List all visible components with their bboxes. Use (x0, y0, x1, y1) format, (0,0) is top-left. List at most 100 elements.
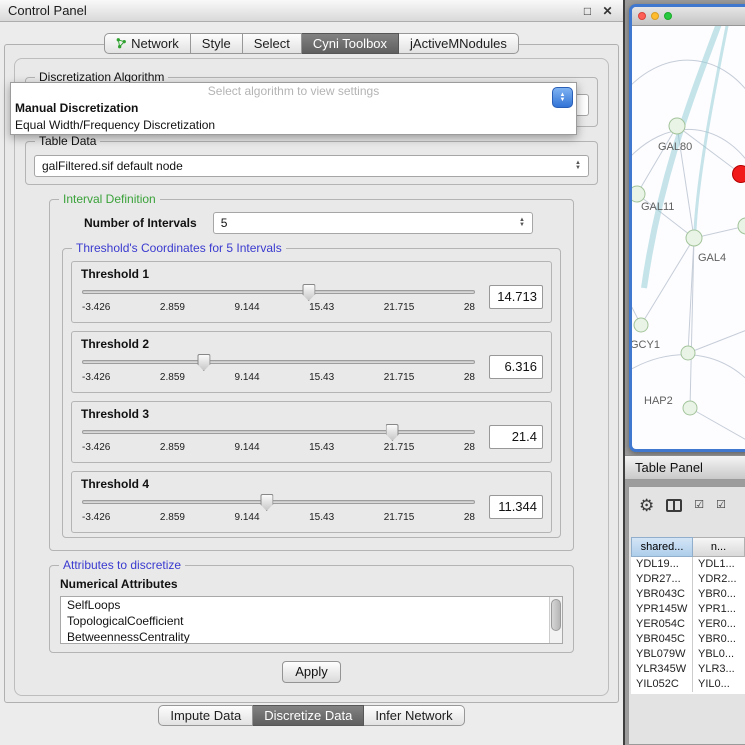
tab-select[interactable]: Select (243, 33, 302, 54)
slider-track[interactable] (82, 360, 475, 364)
number-of-intervals-combobox[interactable]: 5 ▲▼ (213, 212, 533, 234)
node-label: GAL80 (658, 141, 692, 153)
network-node[interactable] (738, 218, 745, 234)
column-header-name[interactable]: n... (693, 537, 745, 557)
column-header-shared-name[interactable]: shared... (631, 537, 693, 557)
node-label: GAL11 (641, 201, 674, 213)
network-node[interactable] (669, 118, 685, 134)
tab-discretize-data[interactable]: Discretize Data (253, 705, 364, 726)
table-row[interactable]: YDL19...YDL1... (631, 557, 745, 572)
attributes-group-label: Attributes to discretize (59, 558, 185, 572)
cyni-toolbox-panel: Discretization Algorithm Table Data galF… (4, 44, 619, 703)
minimize-button[interactable] (651, 12, 659, 20)
table-data-combobox[interactable]: galFiltered.sif default node ▲▼ (34, 155, 589, 177)
tab-network[interactable]: Network (104, 33, 191, 54)
tab-jactivemodules[interactable]: jActiveMNodules (399, 33, 519, 54)
control-panel-titlebar: Control Panel □ ✕ (0, 0, 623, 22)
table-row[interactable]: YER054CYER0... (631, 617, 745, 632)
number-of-intervals-label: Number of Intervals (84, 216, 197, 230)
close-button[interactable] (638, 12, 646, 20)
algorithm-combo-display[interactable]: Select algorithm to view settings ▲▼ (11, 83, 576, 100)
table-data-group-label: Table Data (35, 134, 100, 148)
network-node[interactable] (683, 401, 697, 415)
list-item[interactable]: BetweennessCentrality (61, 629, 562, 644)
slider-track[interactable] (82, 290, 475, 294)
threshold-1-slider[interactable]: -3.4262.8599.14415.4321.71528 (82, 281, 475, 313)
tick-label: 9.144 (235, 372, 260, 383)
network-view-window[interactable]: GAL80 GAL11 GAL4 GCY1 HAP2 (629, 4, 745, 452)
algorithm-option-manual-discretization[interactable]: Manual Discretization (11, 100, 576, 117)
node-label: GAL4 (698, 252, 726, 264)
table-row[interactable]: YPR145WYPR1... (631, 602, 745, 617)
network-node[interactable] (634, 318, 648, 332)
list-item[interactable]: TopologicalCoefficient (61, 613, 562, 629)
slider-track[interactable] (82, 430, 475, 434)
table-row[interactable]: YIL052CYIL0... (631, 677, 745, 692)
network-node-selected[interactable] (733, 166, 745, 183)
threshold-4-value-field[interactable]: 11.344 (489, 495, 543, 519)
slider-handle[interactable] (260, 494, 273, 511)
tab-impute-data[interactable]: Impute Data (158, 705, 253, 726)
threshold-panel-1: Threshold 1 -3.4262.8599.14415.4321.7152… (71, 261, 552, 323)
tick-label: -3.426 (82, 442, 110, 453)
tick-label: 9.144 (235, 302, 260, 313)
table-row[interactable]: YLR345WYLR3... (631, 662, 745, 677)
threshold-2-value-field[interactable]: 6.316 (489, 355, 543, 379)
table-data-value: galFiltered.sif default node (42, 159, 183, 173)
number-of-intervals-row: Number of Intervals 5 ▲▼ (84, 212, 533, 234)
threshold-4-slider[interactable]: -3.4262.8599.14415.4321.71528 (82, 491, 475, 523)
network-icon (116, 35, 127, 54)
threshold-3-slider[interactable]: -3.4262.8599.14415.4321.71528 (82, 421, 475, 453)
slider-scale: -3.4262.8599.14415.4321.71528 (82, 442, 475, 453)
table-row[interactable]: YBR043CYBR0... (631, 587, 745, 602)
slider-handle[interactable] (302, 284, 315, 301)
tick-label: -3.426 (82, 302, 110, 313)
threshold-label: Threshold 4 (72, 472, 551, 491)
interval-definition-group: Interval Definition Number of Intervals … (49, 199, 574, 551)
threshold-3-value-field[interactable]: 21.4 (489, 425, 543, 449)
list-item[interactable]: SelfLoops (61, 597, 562, 613)
algorithm-option-equal-width-frequency[interactable]: Equal Width/Frequency Discretization (11, 117, 576, 134)
threshold-label: Threshold 1 (72, 262, 551, 281)
close-window-icon[interactable]: ✕ (600, 4, 615, 18)
scrollbar-thumb[interactable] (551, 599, 561, 631)
network-node[interactable] (686, 230, 702, 246)
slider-handle[interactable] (386, 424, 399, 441)
checkbox-icon[interactable]: ☑ (716, 500, 726, 511)
tab-cyni-toolbox[interactable]: Cyni Toolbox (302, 33, 399, 54)
right-panel-area: GAL80 GAL11 GAL4 GCY1 HAP2 Table Panel ⚙… (623, 0, 745, 745)
tab-style[interactable]: Style (191, 33, 243, 54)
threshold-2-slider[interactable]: -3.4262.8599.14415.4321.71528 (82, 351, 475, 383)
apply-button[interactable]: Apply (282, 661, 341, 683)
table-header-row: shared... n... (631, 537, 745, 557)
columns-icon[interactable] (666, 499, 682, 512)
tick-label: -3.426 (82, 372, 110, 383)
gear-icon[interactable]: ⚙ (639, 497, 654, 514)
combo-arrows-icon[interactable]: ▲▼ (519, 213, 525, 233)
tick-label: 2.859 (160, 442, 185, 453)
threshold-panel-4: Threshold 4 -3.4262.8599.14415.4321.7152… (71, 471, 552, 533)
attributes-list: SelfLoops TopologicalCoefficient Between… (60, 596, 563, 644)
tick-label: 21.715 (384, 442, 415, 453)
table-row[interactable]: YBR045CYBR0... (631, 632, 745, 647)
checkbox-icon[interactable]: ☑ (694, 500, 704, 511)
float-window-icon[interactable]: □ (580, 4, 595, 18)
zoom-button[interactable] (664, 12, 672, 20)
table-data-group: Table Data galFiltered.sif default node … (25, 141, 598, 185)
network-node[interactable] (681, 346, 695, 360)
threshold-1-value-field[interactable]: 14.713 (489, 285, 543, 309)
network-node[interactable] (632, 186, 645, 202)
table-row[interactable]: YDR27...YDR2... (631, 572, 745, 587)
combo-arrows-button[interactable]: ▲▼ (552, 87, 573, 108)
combo-arrows-icon[interactable]: ▲▼ (575, 156, 581, 176)
table-row[interactable]: YBL079WYBL0... (631, 647, 745, 662)
slider-handle[interactable] (197, 354, 210, 371)
tick-label: 15.43 (309, 512, 334, 523)
network-canvas[interactable]: GAL80 GAL11 GAL4 GCY1 HAP2 (632, 26, 745, 448)
slider-scale: -3.4262.8599.14415.4321.71528 (82, 512, 475, 523)
slider-track[interactable] (82, 500, 475, 504)
interval-definition-label: Interval Definition (59, 192, 160, 206)
attributes-scrollbar[interactable] (549, 597, 562, 643)
tab-infer-network[interactable]: Infer Network (364, 705, 464, 726)
tick-label: 2.859 (160, 302, 185, 313)
